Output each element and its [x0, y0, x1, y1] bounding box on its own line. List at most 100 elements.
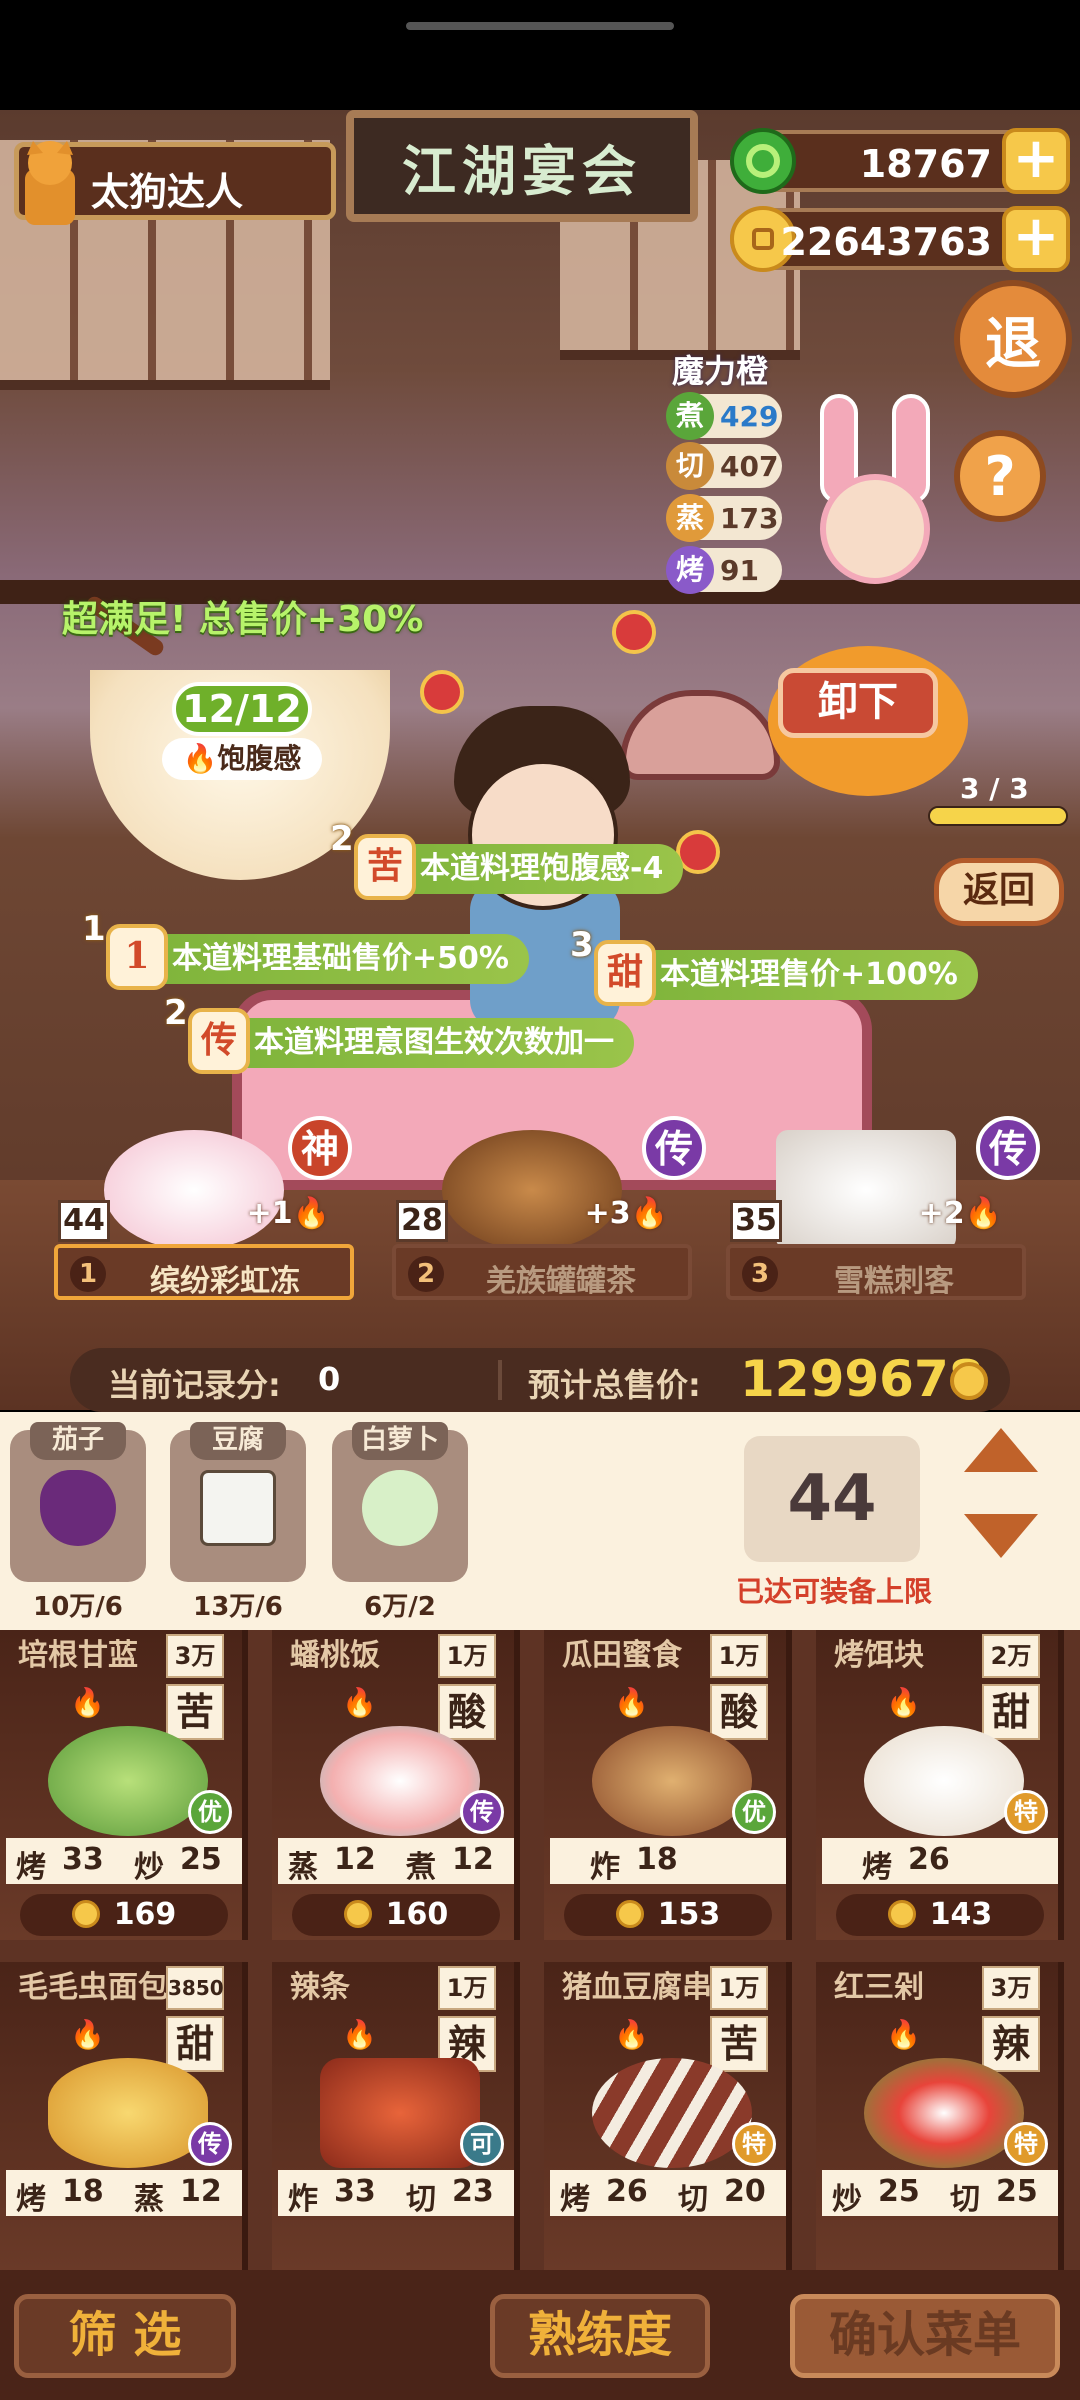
skill-value: 25	[878, 2174, 920, 2209]
skill-name: 煮	[406, 1850, 436, 1885]
recipe-card[interactable]: 瓜田蜜食 1万 酸 🔥 优 炸 18 153	[544, 1630, 792, 1940]
recipe-card[interactable]: 红三剁 3万 辣 🔥 特 炒 25 切 25	[816, 1962, 1064, 2270]
skill-name: 炸	[288, 2182, 318, 2217]
npc-name: 魔力橙	[672, 352, 769, 390]
stat-value: 407	[720, 450, 779, 483]
jade-icon	[730, 128, 796, 194]
skill-name: 蒸	[134, 2182, 164, 2217]
skill-name: 烤	[560, 2182, 590, 2217]
skill-value: 12	[180, 2174, 222, 2209]
recipe-card[interactable]: 培根甘蓝 3万 苦 🔥 优 烤 33 炒 25 169	[0, 1630, 248, 1940]
ingredient-count: 10万/6	[33, 1592, 123, 1622]
ingredient-panel: 茄子 10万/6 豆腐 13万/6 白萝卜 6万/2 44 已达可装备上限	[0, 1412, 1080, 1630]
add-coins-button[interactable]: +	[1002, 206, 1070, 272]
grade-badge: 传	[460, 1790, 504, 1834]
unload-button[interactable]: 卸下	[778, 668, 938, 738]
fullness-counter: 12/12	[172, 682, 312, 736]
fullness-label: 🔥饱腹感	[162, 738, 322, 780]
progress-fill	[930, 808, 1066, 824]
score-bar: 当前记录分: 0 预计总售价: 1299678	[70, 1348, 1010, 1412]
coin-icon	[887, 1900, 916, 1928]
proficiency-button[interactable]: 熟练度	[490, 2294, 710, 2378]
ingredient-label: 白萝卜	[352, 1422, 448, 1460]
dish-index: 2	[408, 1256, 444, 1292]
recipe-card[interactable]: 蟠桃饭 1万 酸 🔥 传 蒸 12 煮 12 160	[272, 1630, 520, 1940]
skill-requirements: 炸 33 切 23	[278, 2170, 514, 2217]
recipe-card[interactable]: 毛毛虫面包 3850 甜 🔥 传 烤 18 蒸 12	[0, 1962, 248, 2270]
flavor-tag: 酸	[710, 1684, 768, 1740]
recipe-card[interactable]: 猪血豆腐串 1万 苦 🔥 特 烤 26 切 20	[544, 1962, 792, 2270]
cost-value: 169	[113, 1897, 177, 1932]
grade-badge: 优	[188, 1790, 232, 1834]
filter-button[interactable]: 筛 选	[14, 2294, 236, 2378]
stat-tag: 烤	[666, 546, 714, 594]
ice-cream-dish	[776, 1130, 956, 1250]
dish-slot-1[interactable]: 神 44 +1🔥 1 缤纷彩虹冻	[54, 1116, 354, 1310]
skill-name: 炸	[590, 1850, 620, 1885]
recipe-card[interactable]: 辣条 1万 辣 🔥 可 炸 33 切 23	[272, 1962, 520, 2270]
recipe-card[interactable]: 烤饵块 2万 甜 🔥 特 烤 26 143	[816, 1630, 1064, 1940]
recipe-price: 1万	[710, 1966, 768, 2010]
buff-count: 3	[570, 925, 594, 965]
status-bar	[0, 0, 1080, 110]
progress-label: 3 / 3	[960, 772, 1029, 805]
back-button[interactable]: 返回	[934, 858, 1064, 926]
rarity-badge: 传	[642, 1116, 706, 1180]
npc-stat-cut: 切 407	[666, 442, 782, 490]
buff-count: 1	[82, 909, 106, 949]
bitter-flavor-icon: 苦	[354, 834, 416, 900]
buff-fullness-minus: 2 苦 本道料理饱腹感-4	[330, 819, 684, 900]
buff-intent-count: 2 传 本道料理意图生效次数加一	[164, 993, 634, 1074]
coin-icon	[615, 1900, 644, 1928]
help-button[interactable]: ?	[954, 430, 1046, 522]
dish-count: 44	[58, 1200, 110, 1242]
player-badge[interactable]: 太狗达人	[14, 141, 336, 225]
buff-price-double: 3 甜 本道料理售价+100%	[570, 925, 978, 1006]
ingredient-count: 13万/6	[193, 1592, 283, 1622]
dish-name-bar: 3 雪糕刺客	[726, 1244, 1026, 1300]
dish-slot-3[interactable]: 传 35 +2🔥 3 雪糕刺客	[726, 1116, 1040, 1310]
rabbit-face	[820, 474, 930, 584]
confirm-menu-button[interactable]: 确认菜单	[790, 2294, 1060, 2378]
rarity-badge: 传	[976, 1116, 1040, 1180]
recipe-name: 毛毛虫面包	[18, 1970, 168, 2005]
flower-decoration	[420, 670, 464, 714]
recipe-price: 3万	[166, 1634, 224, 1678]
skill-value: 33	[62, 1842, 104, 1877]
divider	[498, 1360, 502, 1400]
buff-text: 本道料理基础售价+50%	[172, 941, 509, 976]
exit-button[interactable]: 退	[954, 280, 1072, 398]
stat-value: 173	[720, 502, 779, 535]
dish-name-bar: 2 羌族罐罐茶	[392, 1244, 692, 1300]
ingredient-tofu[interactable]: 豆腐 13万/6	[170, 1422, 306, 1622]
ingredient-count: 6万/2	[364, 1592, 436, 1622]
legend-icon: 传	[188, 1008, 250, 1074]
radish-icon	[362, 1470, 438, 1546]
skill-name: 烤	[16, 1850, 46, 1885]
flavor-tag: 辣	[982, 2016, 1040, 2072]
buff-count: 2	[164, 993, 188, 1033]
food-image	[592, 1726, 752, 1836]
coin-amount: 22643763	[780, 220, 992, 264]
ingredient-eggplant[interactable]: 茄子 10万/6	[10, 1422, 146, 1622]
buff-base-price: 1 1 本道料理基础售价+50%	[82, 909, 529, 990]
skill-value: 12	[452, 1842, 494, 1877]
food-image	[320, 2058, 480, 2168]
recipe-price: 1万	[438, 1634, 496, 1678]
recipe-name: 蟠桃饭	[290, 1638, 380, 1673]
arrow-down-icon[interactable]	[962, 1510, 1040, 1562]
ingredient-radish[interactable]: 白萝卜 6万/2	[332, 1422, 468, 1622]
arrow-up-icon[interactable]	[962, 1424, 1040, 1476]
record-score-label: 当前记录分:	[108, 1366, 281, 1404]
add-jade-button[interactable]: +	[1002, 128, 1070, 194]
skill-value: 12	[334, 1842, 376, 1877]
dish-slot-2[interactable]: 传 28 +3🔥 2 羌族罐罐茶	[392, 1116, 706, 1310]
dish-bonus-value: +2	[918, 1196, 965, 1231]
player-avatar-icon	[25, 141, 75, 225]
food-image	[320, 1726, 480, 1836]
skill-name: 切	[678, 2182, 708, 2217]
fire-icon: 🔥	[964, 1196, 1002, 1231]
skill-value: 26	[908, 1842, 950, 1877]
skill-requirements: 蒸 12 煮 12	[278, 1838, 514, 1885]
dish-bonus: +2🔥	[919, 1196, 1002, 1231]
